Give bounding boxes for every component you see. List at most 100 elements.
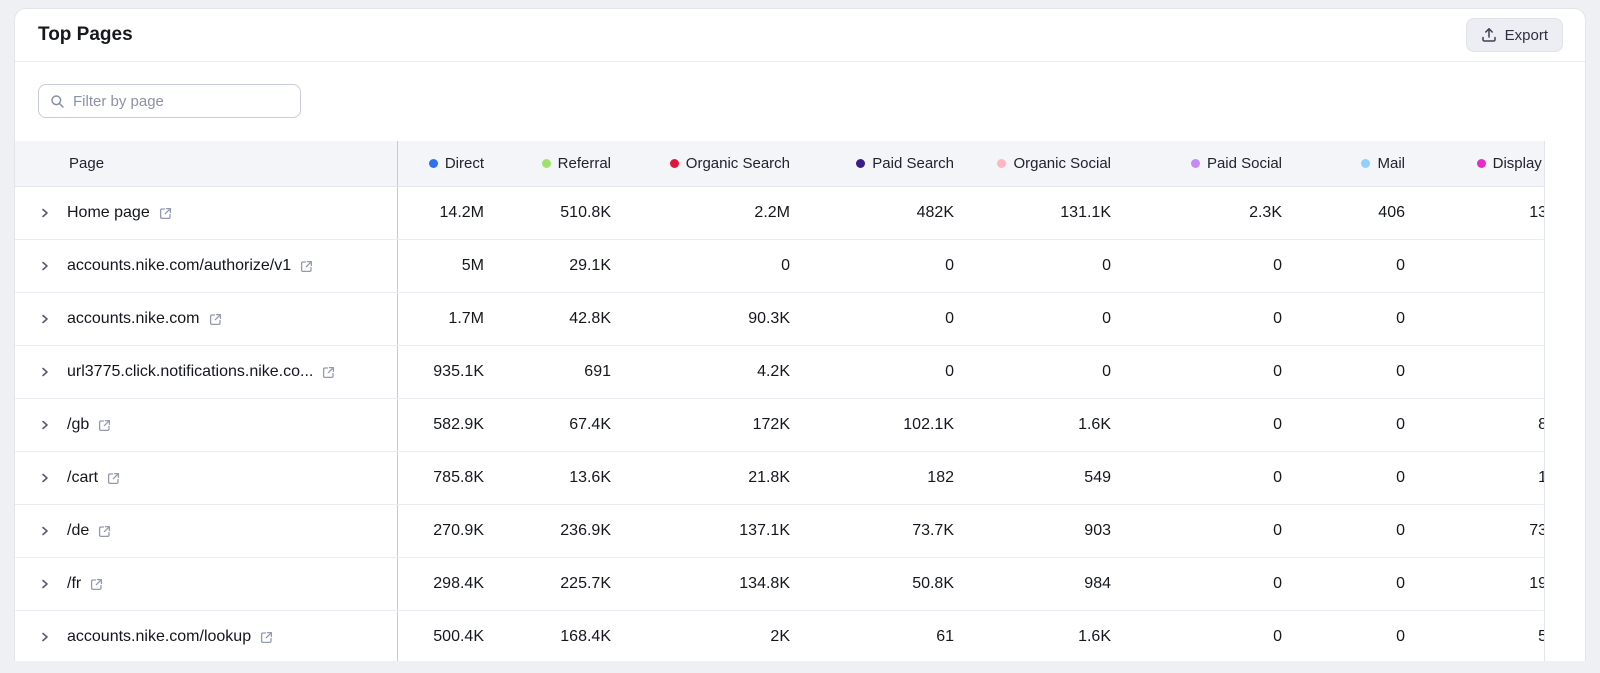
value-cell-mail: 406 [1282,187,1405,239]
paid-search-dot-icon [856,159,865,168]
value-cell-mail: 0 [1282,399,1405,451]
value-cell-organic-search: 2.2M [611,187,790,239]
page-cell: /de [15,505,398,557]
value-cell-paid-social: 0 [1111,452,1282,504]
page-label[interactable]: /gb [67,416,89,434]
external-link-icon[interactable] [300,260,313,273]
vertical-scrollbar-track[interactable] [1546,141,1585,661]
external-link-icon[interactable] [98,419,111,432]
value-cell-referral: 29.1K [484,240,611,292]
table-row: accounts.nike.com1.7M42.8K90.3K00000 [15,293,1545,346]
value-cell-organic-search: 172K [611,399,790,451]
value-cell-paid-social: 0 [1111,611,1282,661]
value-cell-organic-search: 134.8K [611,558,790,610]
value-cell-organic-social: 0 [954,240,1111,292]
expand-chevron-icon[interactable] [39,631,55,643]
page-label[interactable]: url3775.click.notifications.nike.co... [67,363,313,381]
column-header-display-ads: Display Ads [1405,141,1545,186]
value-cell-paid-search: 0 [790,346,954,398]
expand-chevron-icon[interactable] [39,313,55,325]
value-cell-mail: 0 [1282,505,1405,557]
value-cell-display-ads: 8.6K [1405,399,1545,451]
expand-chevron-icon[interactable] [39,525,55,537]
value-cell-organic-social: 1.6K [954,399,1111,451]
value-cell-paid-search: 482K [790,187,954,239]
table-header-row: Page DirectReferralOrganic SearchPaid Se… [15,141,1545,187]
value-cell-direct: 500.4K [398,611,484,661]
expand-chevron-icon[interactable] [39,419,55,431]
column-header-organic-social: Organic Social [954,141,1111,186]
organic-social-dot-icon [997,159,1006,168]
value-cell-paid-social: 0 [1111,505,1282,557]
top-pages-card: Top Pages Export Page DirectReferralOrga… [14,8,1586,661]
value-cell-direct: 785.8K [398,452,484,504]
value-cell-organic-social: 131.1K [954,187,1111,239]
value-cell-referral: 510.8K [484,187,611,239]
value-cell-referral: 67.4K [484,399,611,451]
value-cell-display-ads: 1.4K [1405,452,1545,504]
external-link-icon[interactable] [107,472,120,485]
value-cell-organic-social: 0 [954,293,1111,345]
page-label[interactable]: /cart [67,469,98,487]
filter-input[interactable] [73,93,289,110]
external-link-icon[interactable] [159,207,172,220]
value-cell-referral: 13.6K [484,452,611,504]
page-label[interactable]: /de [67,522,89,540]
value-cell-mail: 0 [1282,346,1405,398]
page-label[interactable]: /fr [67,575,81,593]
value-cell-direct: 5M [398,240,484,292]
value-cell-organic-search: 21.8K [611,452,790,504]
page-label[interactable]: accounts.nike.com/authorize/v1 [67,257,291,275]
table-row: /cart785.8K13.6K21.8K182549001.4K [15,452,1545,505]
value-cell-paid-search: 50.8K [790,558,954,610]
table-row: /de270.9K236.9K137.1K73.7K9030073.1K [15,505,1545,558]
value-cell-paid-search: 0 [790,240,954,292]
external-link-icon[interactable] [98,525,111,538]
expand-chevron-icon[interactable] [39,260,55,272]
value-cell-organic-social: 984 [954,558,1111,610]
value-cell-direct: 582.9K [398,399,484,451]
referral-dot-icon [542,159,551,168]
page-cell: accounts.nike.com/authorize/v1 [15,240,398,292]
expand-chevron-icon[interactable] [39,578,55,590]
page-label[interactable]: Home page [67,204,150,222]
card-header: Top Pages Export [15,9,1585,62]
value-cell-display-ads: 13.1K [1405,187,1545,239]
value-cell-referral: 691 [484,346,611,398]
external-link-icon[interactable] [260,631,273,644]
value-cell-display-ads: 0 [1405,293,1545,345]
column-header-label: Paid Social [1207,155,1282,172]
external-link-icon[interactable] [209,313,222,326]
value-cell-paid-social: 0 [1111,346,1282,398]
page-title: Top Pages [38,24,133,46]
search-icon [50,94,65,109]
paid-social-dot-icon [1191,159,1200,168]
value-cell-referral: 42.8K [484,293,611,345]
value-cell-mail: 0 [1282,293,1405,345]
top-pages-table: Page DirectReferralOrganic SearchPaid Se… [15,141,1545,661]
value-cell-display-ads: 73.1K [1405,505,1545,557]
page-label[interactable]: accounts.nike.com/lookup [67,628,251,646]
page-label[interactable]: accounts.nike.com [67,310,200,328]
filter-field[interactable] [38,84,301,118]
value-cell-paid-search: 61 [790,611,954,661]
external-link-icon[interactable] [90,578,103,591]
value-cell-direct: 270.9K [398,505,484,557]
table-viewport[interactable]: Page DirectReferralOrganic SearchPaid Se… [15,141,1545,661]
direct-dot-icon [429,159,438,168]
value-cell-organic-search: 90.3K [611,293,790,345]
column-header-label: Display Ads [1493,155,1545,172]
export-icon [1481,27,1497,43]
expand-chevron-icon[interactable] [39,472,55,484]
value-cell-paid-search: 0 [790,293,954,345]
column-header-paid-search: Paid Search [790,141,954,186]
export-button[interactable]: Export [1466,18,1563,52]
value-cell-referral: 225.7K [484,558,611,610]
expand-chevron-icon[interactable] [39,366,55,378]
value-cell-direct: 935.1K [398,346,484,398]
value-cell-organic-social: 549 [954,452,1111,504]
page-cell: /cart [15,452,398,504]
external-link-icon[interactable] [322,366,335,379]
value-cell-mail: 0 [1282,558,1405,610]
expand-chevron-icon[interactable] [39,207,55,219]
